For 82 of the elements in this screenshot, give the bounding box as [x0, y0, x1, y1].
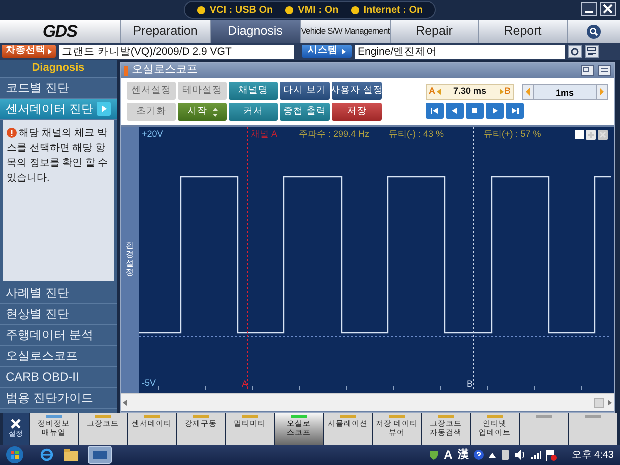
- logo-text: GDS: [42, 20, 78, 43]
- nav-tab[interactable]: Vehicle S/W Management: [300, 20, 390, 43]
- status-led-icon: [285, 6, 294, 14]
- status-led-icon: [196, 6, 206, 14]
- sidebar-item[interactable]: 사례별 진단: [0, 283, 117, 304]
- shield-icon: [429, 450, 440, 460]
- cursor-a-label: A: [242, 378, 248, 391]
- cursor-b-line[interactable]: [473, 127, 475, 390]
- system-field[interactable]: Engine/엔진제어: [355, 44, 565, 58]
- status-text: VMI : On: [298, 4, 339, 18]
- start-orb-icon[interactable]: [6, 446, 24, 464]
- signal-icon[interactable]: [530, 451, 541, 459]
- toolbar-button[interactable]: 사용자 설정: [332, 82, 382, 100]
- sidebar-item[interactable]: 센서데이터 진단: [0, 99, 117, 120]
- duty-positive-text: 듀티(+) : 57 %: [484, 128, 542, 141]
- help-icon[interactable]: [474, 450, 484, 460]
- scroll-right-icon[interactable]: [607, 400, 612, 406]
- hanja-text[interactable]: 漢: [458, 446, 469, 464]
- cursor-a-label: A: [429, 85, 436, 98]
- sidebar-item[interactable]: 범용 진단가이드: [0, 388, 117, 409]
- y-max-label: +20V: [142, 128, 164, 141]
- sidebar-item[interactable]: 오실로스코프: [0, 346, 117, 367]
- toolbar-button[interactable]: 테마설정: [178, 82, 227, 100]
- warning-icon: [7, 128, 17, 138]
- minimize-button[interactable]: [581, 2, 597, 16]
- system-button[interactable]: 시스템: [302, 45, 352, 58]
- screen-icon[interactable]: [585, 45, 599, 58]
- flag-icon[interactable]: [546, 450, 557, 460]
- vehicle-field[interactable]: 그랜드 카니발(VQ)/2009/D 2.9 VGT: [59, 44, 294, 58]
- toolbar-button[interactable]: 커서: [229, 103, 278, 121]
- panel-menu-icon[interactable]: [598, 65, 611, 76]
- toolbar-button[interactable]: 저장: [332, 103, 382, 121]
- toolbar-button[interactable]: 다시 보기: [280, 82, 330, 100]
- scroll-thumb[interactable]: [594, 398, 604, 408]
- toolbar-button[interactable]: 센서설정: [127, 82, 176, 100]
- close-button[interactable]: [600, 2, 616, 16]
- toolbar-button[interactable]: 초기화: [127, 103, 176, 121]
- panel-title: 오실로스코프: [132, 63, 199, 78]
- status-led-icon: [350, 6, 360, 14]
- frequency-text: 주파수 : 299.4 Hz: [299, 128, 370, 141]
- status-text: Internet : On: [364, 4, 424, 18]
- title-marker-icon: [124, 66, 128, 76]
- toolbar-button[interactable]: 중첩 출력: [280, 103, 330, 121]
- speaker-icon[interactable]: [514, 450, 526, 460]
- search-button[interactable]: [587, 24, 601, 38]
- panel-window-icon[interactable]: [581, 65, 594, 76]
- toolbar-button[interactable]: 채널명: [229, 82, 278, 100]
- sidebar-item[interactable]: 현상별 진단: [0, 304, 117, 325]
- cursor-a-line[interactable]: [247, 127, 249, 390]
- info-text: 해당 채널의 체크 박스를 선택하면 해당 항목의 정보를 확인 할 수 있습니다.: [7, 127, 110, 186]
- cursor-b-label: B: [467, 378, 474, 391]
- cursor-value: 7.30 ms: [453, 85, 487, 98]
- nav-tab[interactable]: Diagnosis: [210, 20, 300, 43]
- stop-icon[interactable]: [466, 103, 484, 119]
- skip-first-icon[interactable]: [426, 103, 444, 119]
- y-min-label: -5V: [142, 377, 156, 390]
- sidebar-item[interactable]: 주행데이터 분석: [0, 325, 117, 346]
- status-text: VCI : USB On: [210, 4, 274, 18]
- side-label: 환경설정: [126, 242, 134, 278]
- toolbar-button[interactable]: 시작: [178, 103, 227, 121]
- channel-label: 채널 A: [251, 128, 278, 141]
- nav-tab[interactable]: Repair: [390, 20, 478, 43]
- skip-last-icon[interactable]: [506, 103, 524, 119]
- clock-text[interactable]: 오후 4:43: [572, 448, 614, 462]
- triangle-icon: [342, 48, 346, 54]
- app-taskbar-button[interactable]: [88, 446, 112, 464]
- nav-tab[interactable]: Report: [478, 20, 567, 43]
- sidebar-title: Diagnosis: [0, 60, 117, 78]
- ime-mode-text[interactable]: A: [444, 446, 453, 464]
- duty-negative-text: 듀티(-) : 43 %: [389, 128, 444, 141]
- sidebar-item[interactable]: CARB OBD-II: [0, 367, 117, 388]
- nav-tab[interactable]: Preparation: [120, 20, 210, 43]
- show-hidden-icon[interactable]: [488, 452, 496, 458]
- play-icon[interactable]: [486, 103, 504, 119]
- triangle-icon: [48, 48, 52, 54]
- vehicle-select-button[interactable]: 차종선택: [2, 45, 56, 58]
- scroll-left-icon[interactable]: [123, 400, 128, 406]
- previous-icon[interactable]: [446, 103, 464, 119]
- folder-icon[interactable]: [64, 449, 78, 461]
- checkbox[interactable]: [575, 130, 584, 139]
- cursor-b-label: B: [504, 85, 511, 98]
- timebase-field[interactable]: 1ms: [534, 84, 596, 100]
